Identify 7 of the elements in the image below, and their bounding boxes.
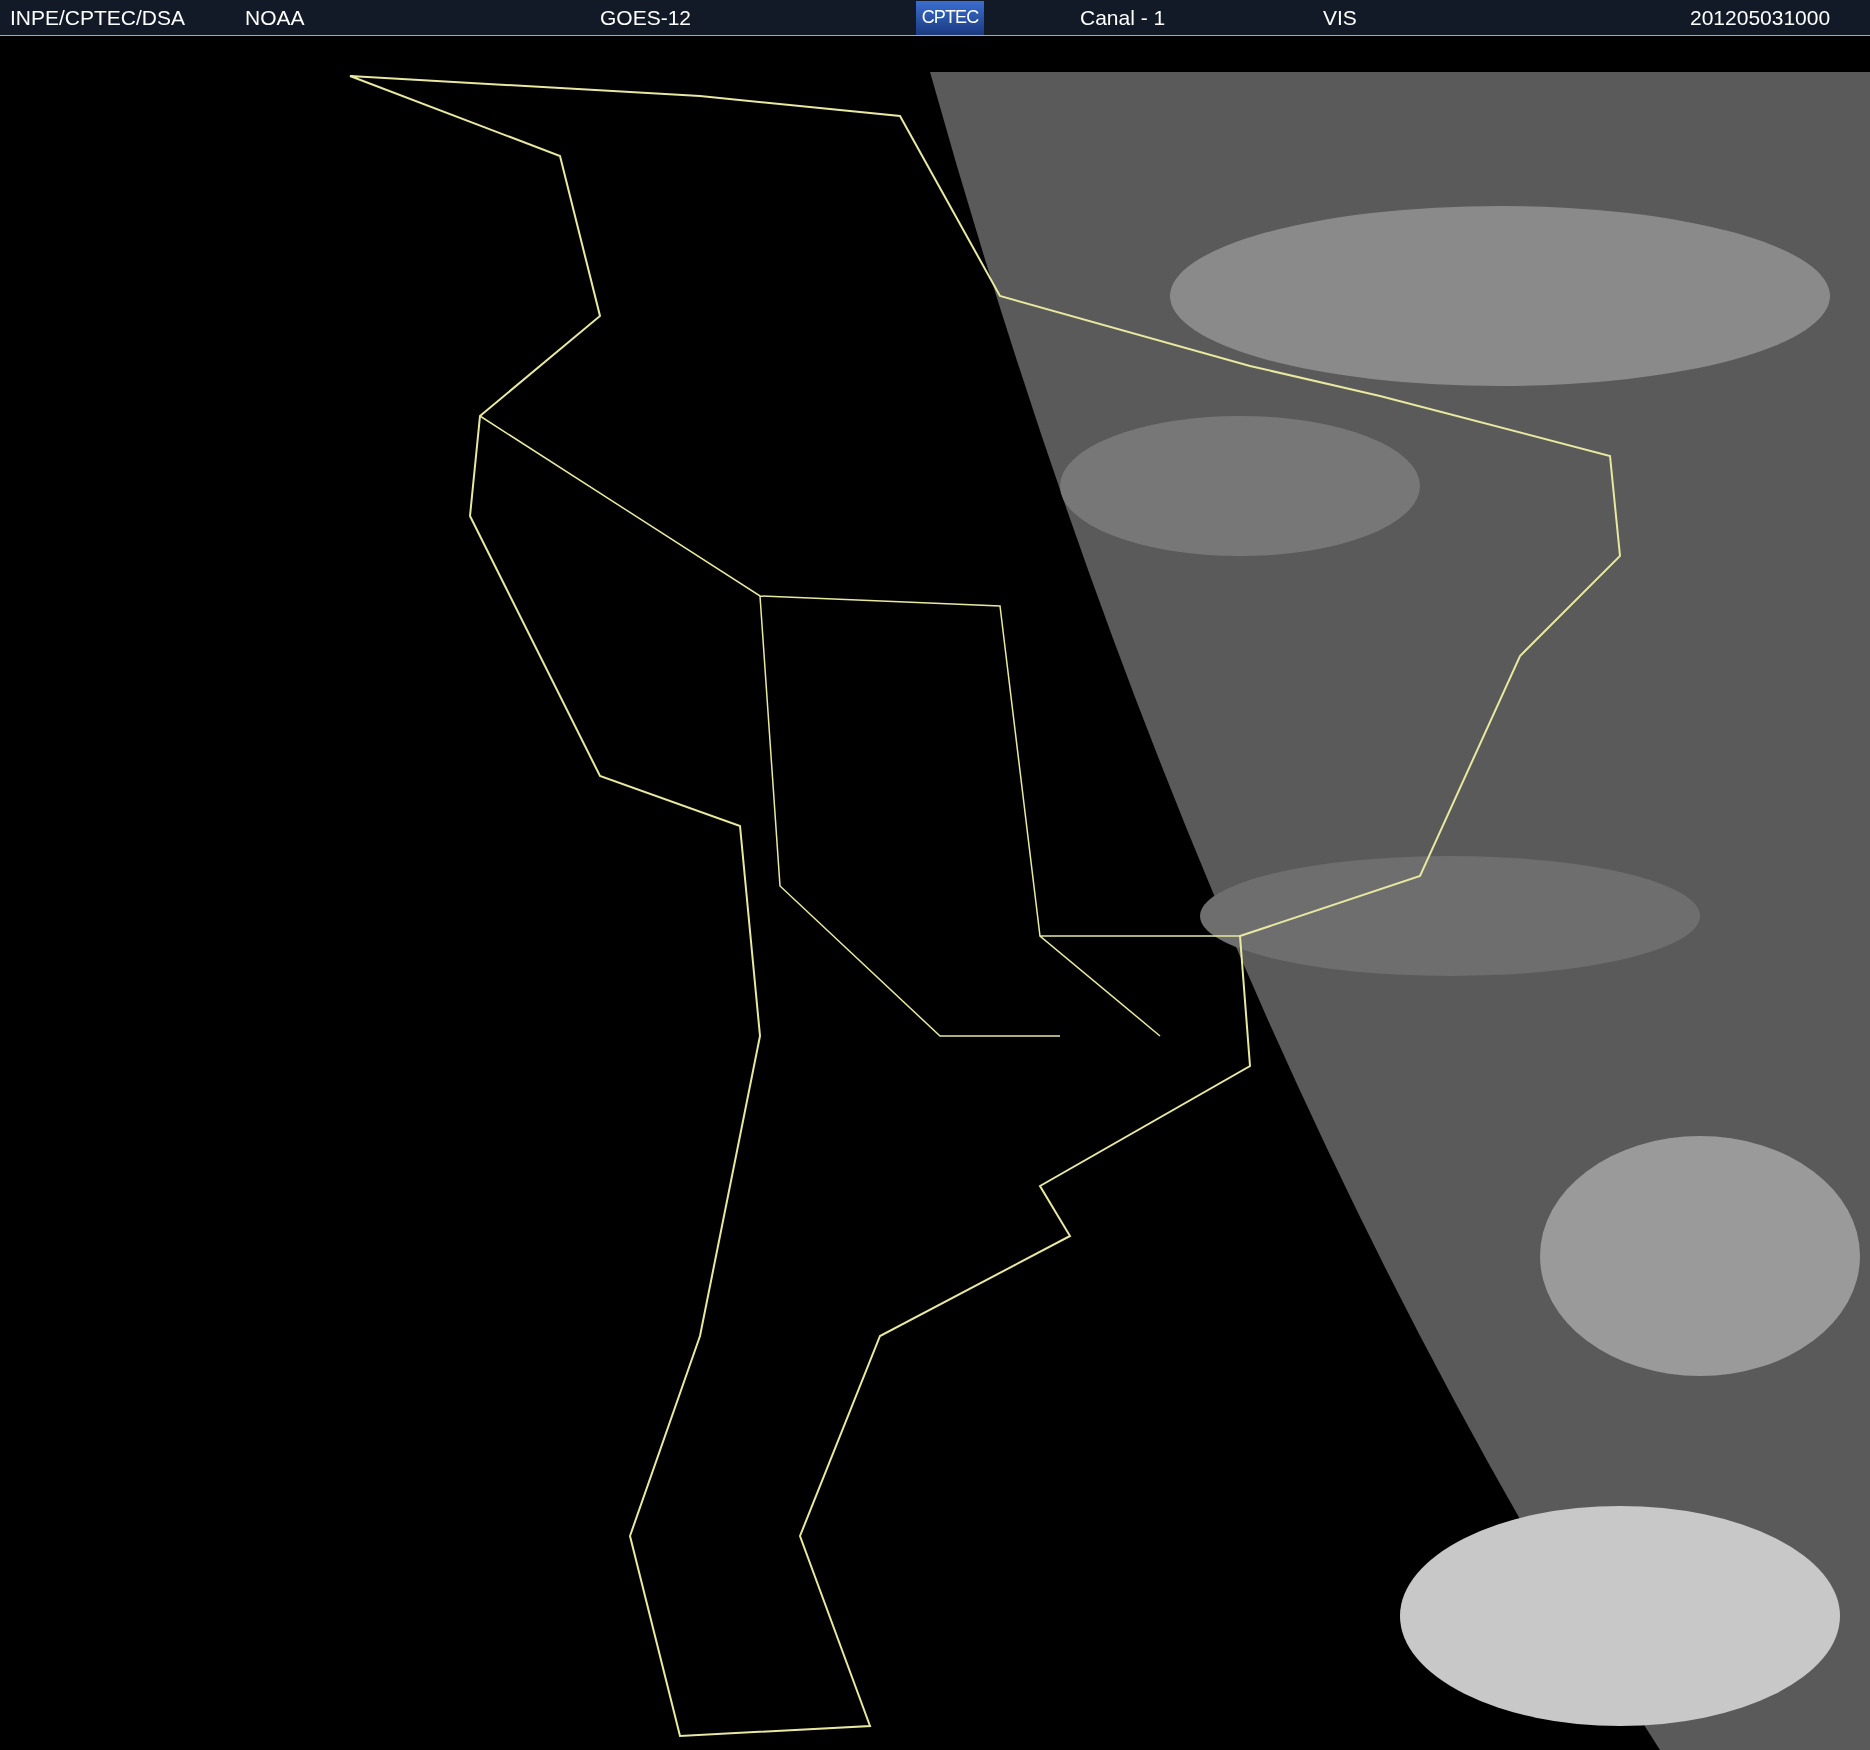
agency-label: NOAA xyxy=(245,4,306,31)
satellite-label: GOES-12 xyxy=(600,4,693,31)
band-label: VIS xyxy=(1323,4,1358,31)
logo: CPTEC xyxy=(916,0,984,35)
channel-label: Canal - 1 xyxy=(1080,4,1167,31)
source-label: INPE/CPTEC/DSA xyxy=(10,4,187,31)
timestamp-label: 201205031000 xyxy=(1690,4,1831,31)
